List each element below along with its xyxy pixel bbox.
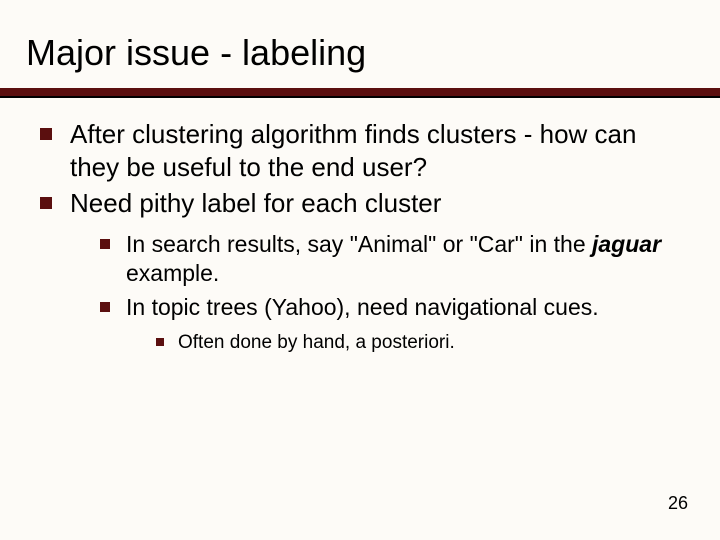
page-number: 26 <box>668 493 688 514</box>
bullet-text: After clustering algorithm finds cluster… <box>70 118 680 183</box>
sub-bullet-group: In search results, say "Animal" or "Car"… <box>100 230 680 356</box>
text-run: example. <box>126 260 219 286</box>
bullet-text: Need pithy label for each cluster <box>70 187 441 220</box>
square-bullet-icon <box>100 239 110 249</box>
bullet-text: Often done by hand, a posteriori. <box>178 331 455 356</box>
bullet-level2: In topic trees (Yahoo), need navigationa… <box>100 293 680 323</box>
bullet-level3: Often done by hand, a posteriori. <box>156 331 680 356</box>
slide-title: Major issue - labeling <box>26 32 366 74</box>
title-rule <box>0 88 720 96</box>
text-run: In search results, say "Animal" or "Car"… <box>126 231 592 257</box>
emphasis-text: jaguar <box>592 231 661 257</box>
slide-body: After clustering algorithm finds cluster… <box>40 118 680 360</box>
slide: Major issue - labeling After clustering … <box>0 0 720 540</box>
square-bullet-icon <box>100 302 110 312</box>
square-bullet-icon <box>40 197 52 209</box>
bullet-text: In topic trees (Yahoo), need navigationa… <box>126 293 599 323</box>
bullet-level1: After clustering algorithm finds cluster… <box>40 118 680 183</box>
square-bullet-icon <box>156 338 164 346</box>
bullet-level2: In search results, say "Animal" or "Car"… <box>100 230 680 290</box>
sub-sub-bullet-group: Often done by hand, a posteriori. <box>156 331 680 356</box>
bullet-text: In search results, say "Animal" or "Car"… <box>126 230 680 290</box>
bullet-level1: Need pithy label for each cluster <box>40 187 680 220</box>
square-bullet-icon <box>40 128 52 140</box>
